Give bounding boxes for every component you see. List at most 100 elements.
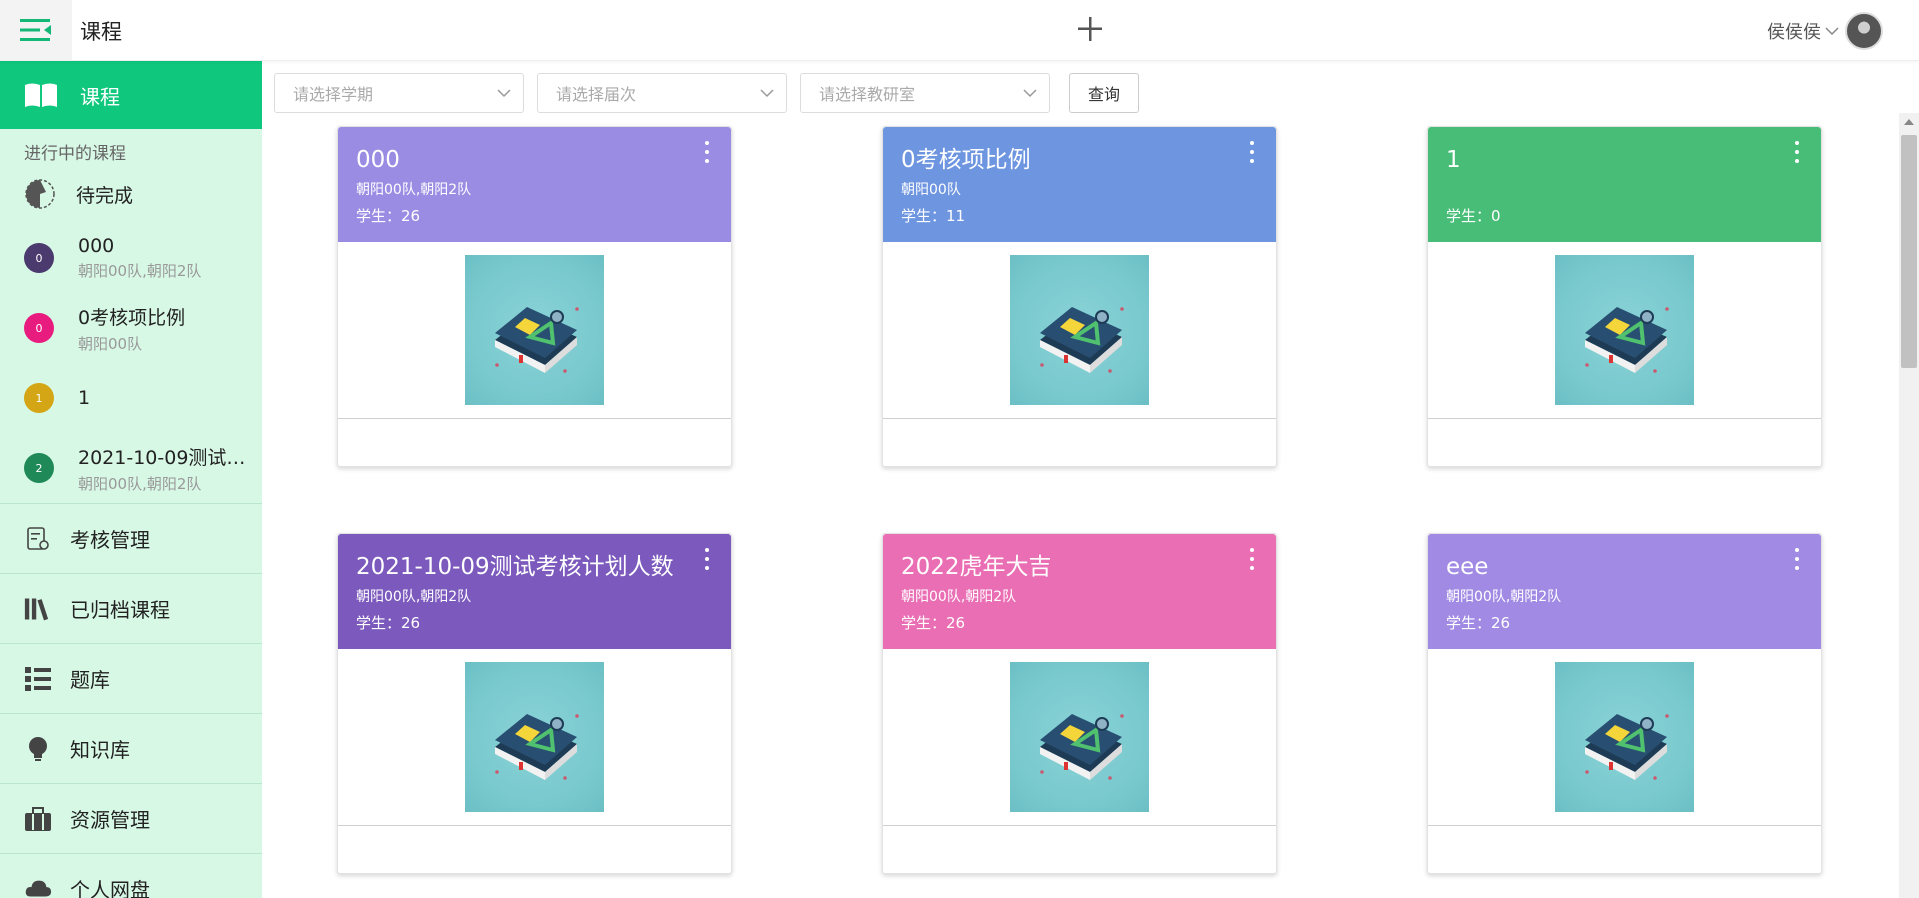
select-placeholder: 请选择学期 bbox=[293, 85, 374, 104]
cloud-icon bbox=[24, 875, 52, 898]
card-students: 学生：26 bbox=[1446, 614, 1511, 632]
sidebar-item-label: 个人网盘 bbox=[70, 878, 150, 898]
card-classes: 朝阳00队,朝阳2队 bbox=[356, 589, 472, 605]
sidebar-course-item[interactable]: 0 0考核项比例 朝阳00队 bbox=[0, 293, 262, 363]
sidebar-item-archived[interactable]: 已归档课程 bbox=[0, 573, 262, 643]
course-classes: 朝阳00队 bbox=[78, 334, 143, 353]
select-placeholder: 请选择届次 bbox=[556, 85, 637, 104]
select-placeholder: 请选择教研室 bbox=[819, 85, 916, 104]
sidebar-item-courses[interactable]: 课程 bbox=[0, 61, 262, 129]
course-card[interactable]: 000 朝阳00队,朝阳2队 学生：26 bbox=[337, 126, 732, 467]
course-cover-image[interactable] bbox=[1010, 255, 1149, 405]
course-name: 0考核项比例 bbox=[78, 306, 186, 329]
course-name: 2021-10-09测试考核计划人数 bbox=[78, 446, 254, 469]
book-icon bbox=[1039, 714, 1124, 780]
vertical-scrollbar[interactable] bbox=[1899, 113, 1919, 898]
course-badge: 0 bbox=[24, 313, 54, 343]
course-card[interactable]: 2022虎年大吉 朝阳00队,朝阳2队 学生：26 bbox=[882, 533, 1277, 874]
sidebar-item-todo[interactable]: 待完成 bbox=[0, 165, 262, 223]
card-header: 1 学生：0 bbox=[1428, 127, 1821, 242]
question-bank-icon bbox=[24, 665, 52, 693]
course-cover-image[interactable] bbox=[1010, 662, 1149, 812]
office-select[interactable]: 请选择教研室 bbox=[800, 73, 1050, 113]
open-book-icon bbox=[25, 83, 57, 107]
sidebar-course-item[interactable]: 2 2021-10-09测试考核计划人数 朝阳00队,朝阳2队 bbox=[0, 433, 262, 503]
book-icon bbox=[494, 307, 579, 373]
course-card[interactable]: eee 朝阳00队,朝阳2队 学生：26 bbox=[1427, 533, 1822, 874]
card-footer bbox=[338, 419, 731, 467]
half-circle-icon bbox=[25, 179, 55, 209]
sidebar: 课程 进行中的课程 待完成 0 000 朝阳00队,朝阳2队 0 0考核项比例 … bbox=[0, 61, 262, 898]
section-title: 进行中的课程 bbox=[24, 144, 126, 164]
course-cover-image[interactable] bbox=[1555, 662, 1694, 812]
top-bar: 课程 侯侯侯 bbox=[0, 0, 1919, 61]
card-body bbox=[338, 242, 731, 419]
card-classes: 朝阳00队,朝阳2队 bbox=[356, 182, 472, 198]
more-vertical-icon[interactable] bbox=[1791, 546, 1803, 572]
course-name: 1 bbox=[78, 387, 91, 409]
lightbulb-icon bbox=[24, 735, 52, 763]
sidebar-course-item[interactable]: 1 1 bbox=[0, 363, 262, 433]
course-classes: 朝阳00队,朝阳2队 bbox=[78, 474, 202, 493]
course-badge: 1 bbox=[24, 383, 54, 413]
card-footer bbox=[338, 826, 731, 874]
book-icon bbox=[1584, 307, 1669, 373]
card-footer bbox=[883, 419, 1276, 467]
card-students: 学生：11 bbox=[901, 207, 966, 225]
card-students: 学生：26 bbox=[356, 614, 421, 632]
card-header: 0考核项比例 朝阳00队 学生：11 bbox=[883, 127, 1276, 242]
chevron-down-icon bbox=[1825, 27, 1839, 36]
book-icon bbox=[1584, 714, 1669, 780]
book-icon bbox=[1039, 307, 1124, 373]
semester-select[interactable]: 请选择学期 bbox=[274, 73, 524, 113]
card-students: 学生：0 bbox=[1446, 207, 1501, 225]
more-vertical-icon[interactable] bbox=[1791, 139, 1803, 165]
session-select[interactable]: 请选择届次 bbox=[537, 73, 787, 113]
user-name: 侯侯侯 bbox=[1767, 22, 1821, 43]
course-card[interactable]: 0考核项比例 朝阳00队 学生：11 bbox=[882, 126, 1277, 467]
chevron-down-icon bbox=[760, 89, 774, 98]
query-button[interactable]: 查询 bbox=[1069, 73, 1139, 113]
sidebar-item-label: 题库 bbox=[70, 668, 110, 692]
card-header: eee 朝阳00队,朝阳2队 学生：26 bbox=[1428, 534, 1821, 649]
course-card[interactable]: 1 学生：0 bbox=[1427, 126, 1822, 467]
more-vertical-icon[interactable] bbox=[1246, 546, 1258, 572]
course-grid: 000 朝阳00队,朝阳2队 学生：26 0考核项比例 朝阳00队 学生：11 … bbox=[262, 113, 1899, 898]
sidebar-item-label: 课程 bbox=[80, 84, 120, 109]
sidebar-item-label: 已归档课程 bbox=[70, 598, 170, 622]
card-body bbox=[883, 649, 1276, 826]
course-card[interactable]: 2021-10-09测试考核计划人数 朝阳00队,朝阳2队 学生：26 bbox=[337, 533, 732, 874]
card-header: 2021-10-09测试考核计划人数 朝阳00队,朝阳2队 学生：26 bbox=[338, 534, 731, 649]
briefcase-icon bbox=[24, 805, 52, 833]
card-classes: 朝阳00队 bbox=[901, 182, 961, 198]
chevron-down-icon bbox=[497, 89, 511, 98]
course-name: 000 bbox=[78, 235, 115, 257]
chevron-down-icon bbox=[1023, 89, 1037, 98]
sidebar-item-resources[interactable]: 资源管理 bbox=[0, 783, 262, 853]
more-vertical-icon[interactable] bbox=[701, 139, 713, 165]
card-header: 000 朝阳00队,朝阳2队 学生：26 bbox=[338, 127, 731, 242]
sidebar-item-question-bank[interactable]: 题库 bbox=[0, 643, 262, 713]
course-cover-image[interactable] bbox=[465, 255, 604, 405]
card-body bbox=[1428, 649, 1821, 826]
more-vertical-icon[interactable] bbox=[701, 546, 713, 572]
sidebar-item-label: 考核管理 bbox=[70, 528, 150, 552]
card-title: eee bbox=[1446, 554, 1489, 580]
sidebar-item-assessment[interactable]: 考核管理 bbox=[0, 503, 262, 573]
sidebar-course-item[interactable]: 0 000 朝阳00队,朝阳2队 bbox=[0, 223, 262, 293]
avatar[interactable] bbox=[1845, 12, 1883, 50]
scroll-up-arrow-icon[interactable] bbox=[1904, 119, 1914, 125]
user-menu[interactable]: 侯侯侯 bbox=[1767, 12, 1883, 50]
sidebar-item-knowledge[interactable]: 知识库 bbox=[0, 713, 262, 783]
course-badge: 2 bbox=[24, 453, 54, 483]
scroll-thumb[interactable] bbox=[1901, 135, 1917, 368]
course-cover-image[interactable] bbox=[1555, 255, 1694, 405]
sidebar-item-cloud-drive[interactable]: 个人网盘 bbox=[0, 853, 262, 898]
course-badge: 0 bbox=[24, 243, 54, 273]
card-header: 2022虎年大吉 朝阳00队,朝阳2队 学生：26 bbox=[883, 534, 1276, 649]
card-footer bbox=[1428, 419, 1821, 467]
add-course-button[interactable] bbox=[1072, 8, 1108, 48]
menu-toggle-button[interactable] bbox=[0, 0, 72, 60]
more-vertical-icon[interactable] bbox=[1246, 139, 1258, 165]
course-cover-image[interactable] bbox=[465, 662, 604, 812]
